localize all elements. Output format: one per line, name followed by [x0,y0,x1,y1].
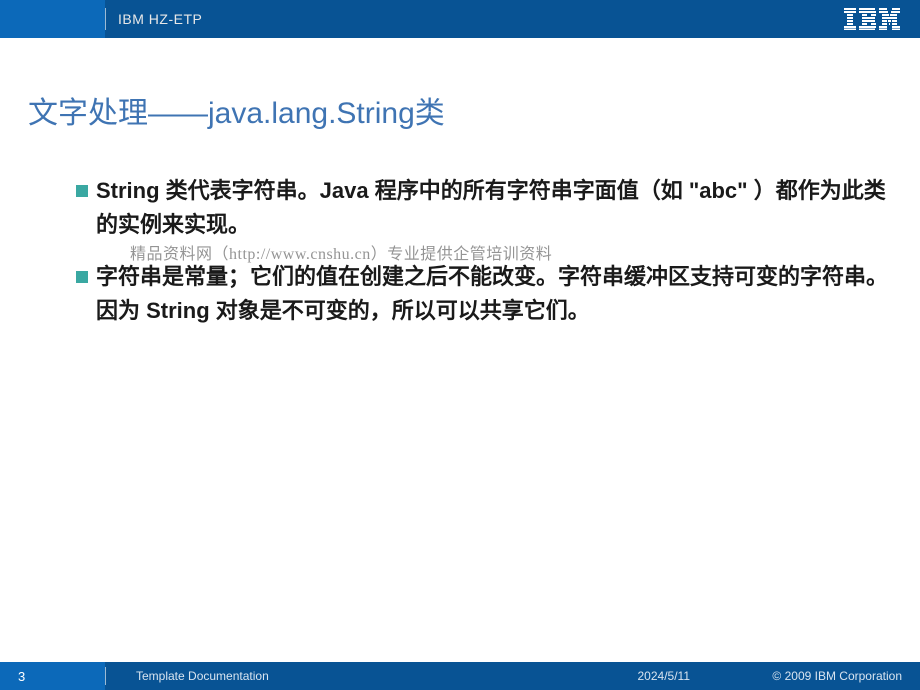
header-divider [105,8,106,30]
bullet-item: String 类代表字符串。Java 程序中的所有字符串字面值（如 "abc" … [78,174,890,242]
footer-doc-title: Template Documentation [136,669,269,683]
slide-content: 文字处理——java.lang.String类 String 类代表字符串。Ja… [0,38,920,328]
footer-copyright: © 2009 IBM Corporation [772,669,902,683]
slide-title-text: 文字处理——java.lang.String类 [28,97,445,130]
slide-title: 文字处理——java.lang.String类 [28,88,890,132]
header-title: IBM HZ-ETP [118,11,202,27]
footer-bar: 3 Template Documentation 2024/5/11 © 200… [0,662,920,690]
header-accent [0,0,105,38]
footer-accent: 3 [0,662,105,690]
ibm-logo-icon [844,8,900,30]
page-number: 3 [18,669,25,684]
bullet-item: 字符串是常量；它们的值在创建之后不能改变。字符串缓冲区支持可变的字符串。因为 S… [78,260,890,328]
footer-date: 2024/5/11 [638,669,691,683]
header-bar: IBM HZ-ETP [0,0,920,38]
footer-divider [105,667,106,685]
bullet-list: String 类代表字符串。Java 程序中的所有字符串字面值（如 "abc" … [30,174,890,328]
